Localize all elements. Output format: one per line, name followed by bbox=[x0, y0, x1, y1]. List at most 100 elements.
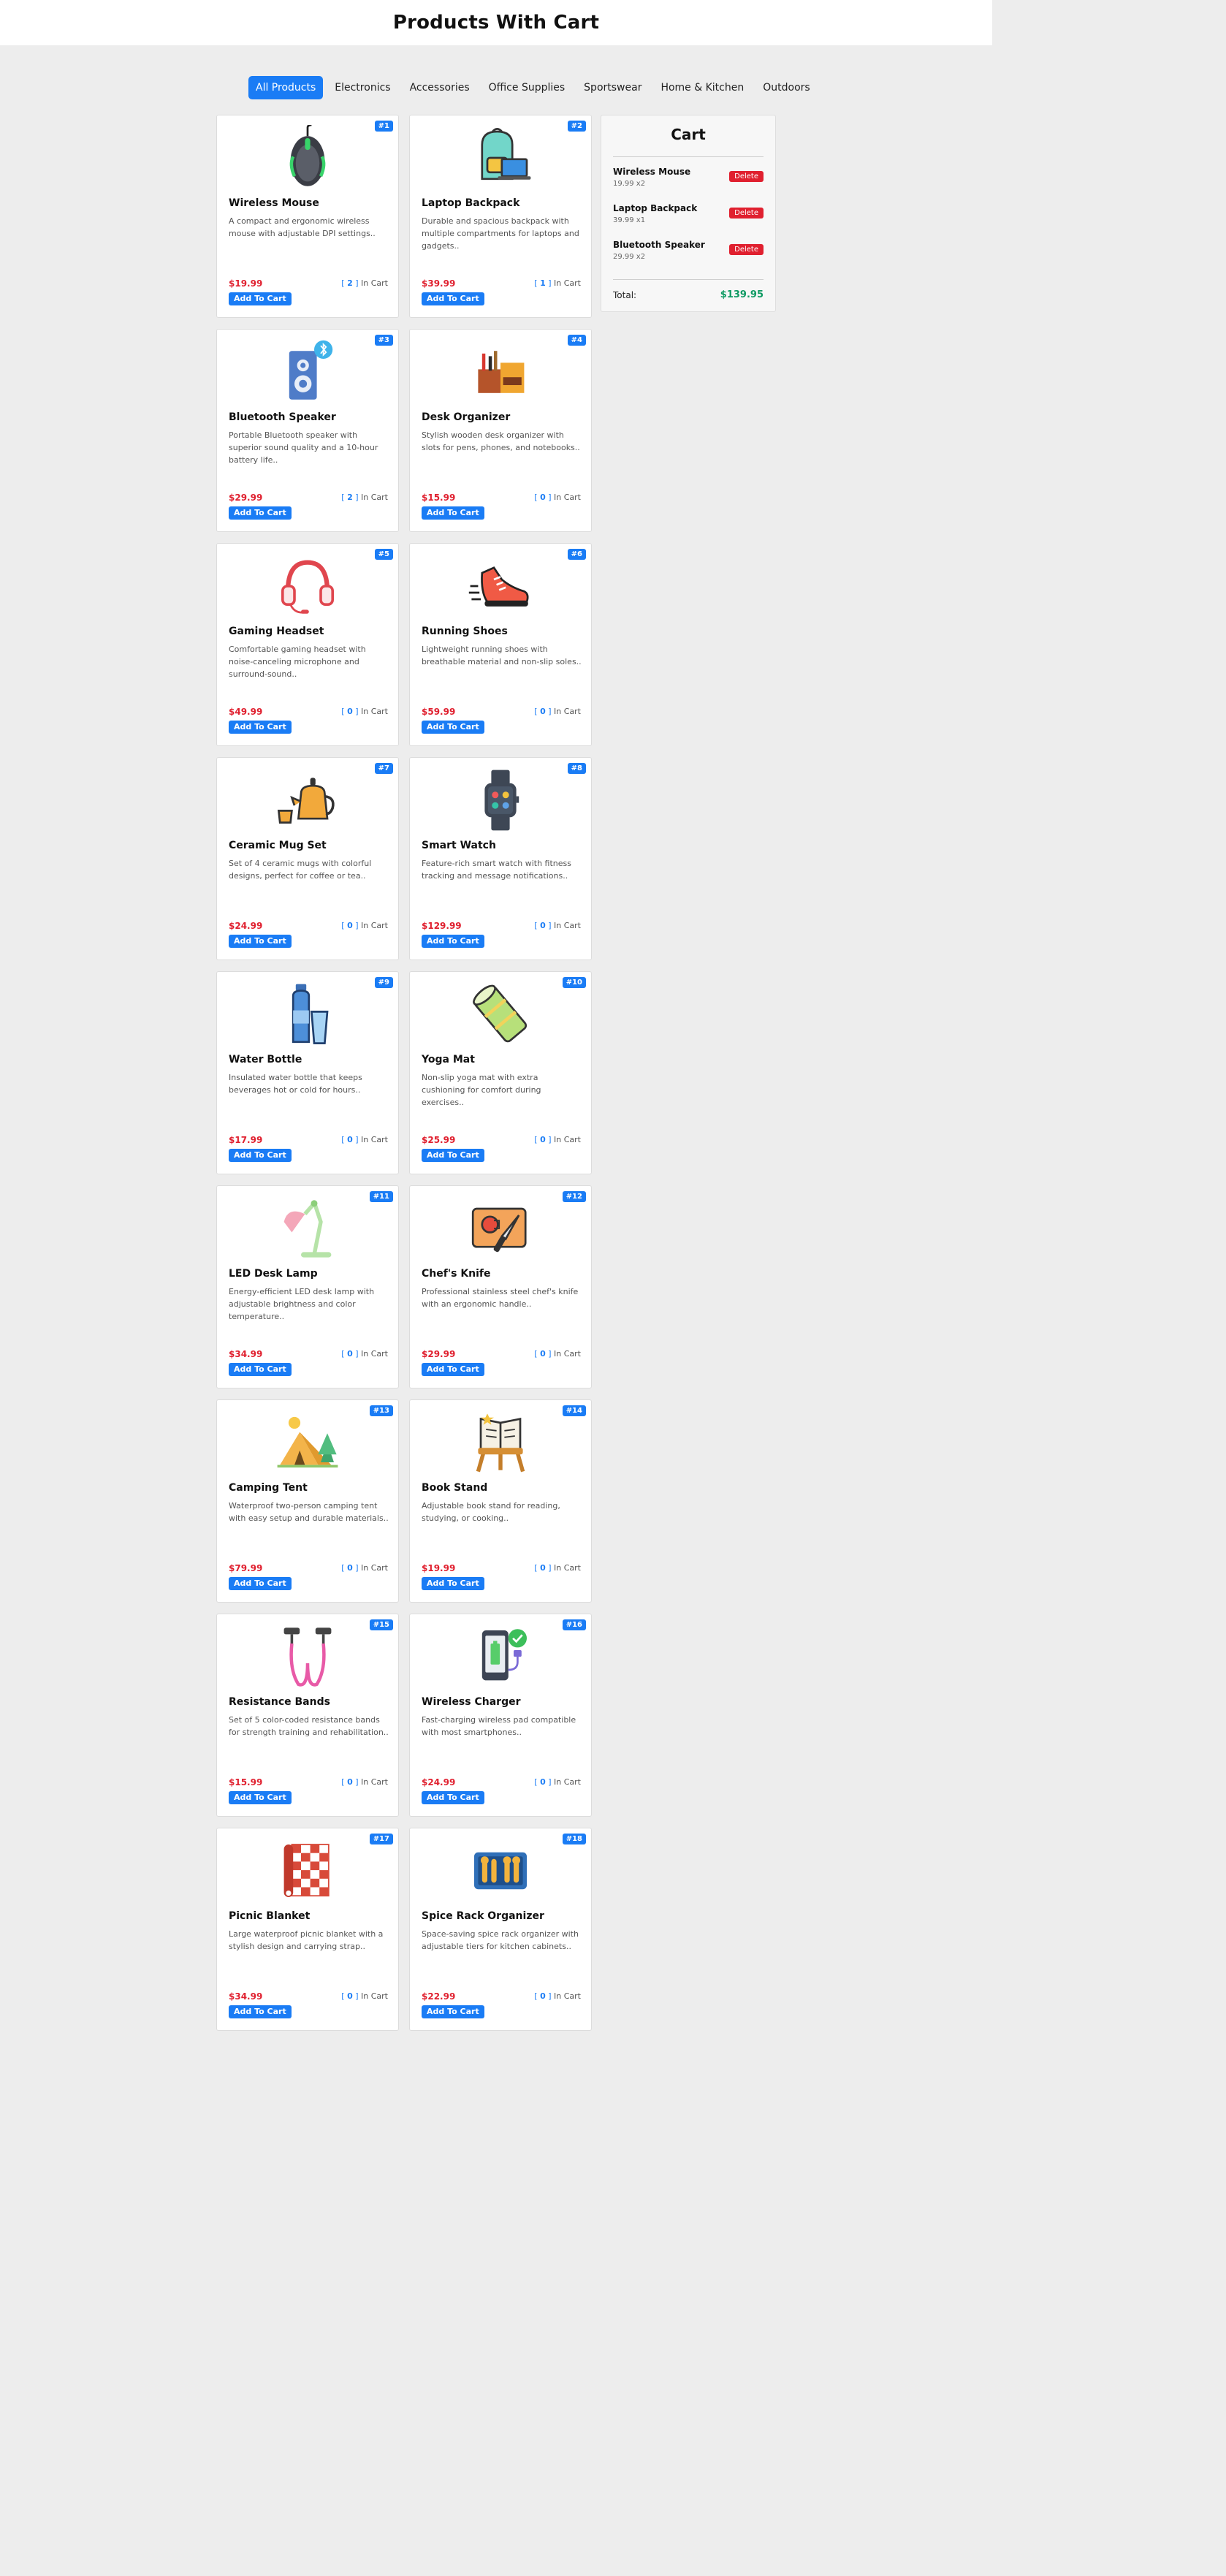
in-cart-label: In Cart bbox=[554, 921, 581, 930]
product-price: $19.99 bbox=[422, 1563, 456, 1573]
spice-rack-icon bbox=[474, 1852, 527, 1890]
add-to-cart-button[interactable]: Add To Cart bbox=[229, 721, 292, 734]
in-cart-count: 0 bbox=[540, 1563, 546, 1573]
product-description: Lightweight running shoes with breathabl… bbox=[422, 645, 582, 666]
in-cart-count: 0 bbox=[347, 707, 353, 716]
cart-total-value: $139.95 bbox=[720, 289, 764, 300]
product-name: Camping Tent bbox=[229, 1482, 308, 1494]
product-card: #9 Water Bottle Insulated water bottle t… bbox=[216, 971, 399, 1174]
add-to-cart-button[interactable]: Add To Cart bbox=[229, 1363, 292, 1376]
product-card: #6 Running Shoes Lightweight running sho… bbox=[409, 543, 592, 746]
in-cart-indicator: [ 0 ] In Cart bbox=[341, 1991, 388, 2001]
product-name: LED Desk Lamp bbox=[229, 1268, 318, 1280]
product-description: Energy-efficient LED desk lamp with adju… bbox=[229, 1287, 375, 1321]
add-to-cart-button[interactable]: Add To Cart bbox=[229, 1577, 292, 1590]
product-price: $17.99 bbox=[229, 1135, 263, 1145]
cart-title: Cart bbox=[671, 126, 706, 143]
add-to-cart-button[interactable]: Add To Cart bbox=[229, 292, 292, 305]
product-card: #12 Chef's Knife Professional stainless … bbox=[409, 1185, 592, 1388]
delete-button[interactable]: Delete bbox=[729, 171, 764, 182]
product-description: Non-slip yoga mat with extra cushioning … bbox=[422, 1073, 541, 1107]
tab-sportswear[interactable]: Sportswear bbox=[576, 76, 649, 99]
speaker-icon bbox=[289, 340, 333, 400]
product-card: #8 Smart Watch Feature-rich smart watch … bbox=[409, 757, 592, 960]
knife-icon bbox=[471, 1207, 527, 1253]
product-name: Wireless Mouse bbox=[229, 197, 319, 209]
in-cart-label: In Cart bbox=[554, 1777, 581, 1787]
tab-electronics[interactable]: Electronics bbox=[327, 76, 397, 99]
product-description: Professional stainless steel chef's knif… bbox=[422, 1287, 579, 1309]
product-price: $19.99 bbox=[229, 278, 263, 289]
add-to-cart-button[interactable]: Add To Cart bbox=[229, 1149, 292, 1162]
product-card: #5 Gaming Headset Comfortable gaming hea… bbox=[216, 543, 399, 746]
add-to-cart-button[interactable]: Add To Cart bbox=[422, 1149, 484, 1162]
product-name: Chef's Knife bbox=[422, 1268, 491, 1280]
product-name: Smart Watch bbox=[422, 840, 496, 851]
product-price: $24.99 bbox=[422, 1777, 456, 1787]
add-to-cart-button[interactable]: Add To Cart bbox=[422, 935, 484, 948]
product-name: Spice Rack Organizer bbox=[422, 1910, 544, 1922]
in-cart-label: In Cart bbox=[361, 1349, 388, 1359]
tab-all-products[interactable]: All Products bbox=[248, 76, 324, 99]
add-to-cart-button[interactable]: Add To Cart bbox=[229, 935, 292, 948]
product-name: Running Shoes bbox=[422, 626, 508, 637]
add-to-cart-button[interactable]: Add To Cart bbox=[422, 721, 484, 734]
product-card: #3 Bluetooth Speaker Portable Bluetooth … bbox=[216, 329, 399, 532]
page-header: Products With Cart bbox=[0, 0, 992, 45]
lamp-icon bbox=[283, 1200, 332, 1258]
product-card: #14 Book Stand Adjustable book stand for… bbox=[409, 1399, 592, 1603]
product-card: #16 Wireless Charger Fast-charging wirel… bbox=[409, 1614, 592, 1817]
tab-office-supplies[interactable]: Office Supplies bbox=[481, 76, 573, 99]
tab-accessories[interactable]: Accessories bbox=[403, 76, 477, 99]
in-cart-indicator: [ 0 ] In Cart bbox=[341, 921, 388, 930]
add-to-cart-button[interactable]: Add To Cart bbox=[422, 292, 484, 305]
tab-outdoors[interactable]: Outdoors bbox=[755, 76, 817, 99]
cart-total-label: Total: bbox=[613, 290, 637, 300]
product-card: #18 Spice Rack Organizer Space-saving sp… bbox=[409, 1828, 592, 2031]
in-cart-label: In Cart bbox=[361, 1991, 388, 2001]
in-cart-indicator: [ 0 ] In Cart bbox=[534, 1563, 581, 1573]
product-card: #4 Desk Organizer Stylish wooden desk or… bbox=[409, 329, 592, 532]
product-price: $22.99 bbox=[422, 1991, 456, 2002]
add-to-cart-button[interactable]: Add To Cart bbox=[422, 1577, 484, 1590]
add-to-cart-button[interactable]: Add To Cart bbox=[422, 2005, 484, 2018]
delete-button[interactable]: Delete bbox=[729, 244, 764, 255]
in-cart-label: In Cart bbox=[554, 278, 581, 288]
product-description: Waterproof two-person camping tent with … bbox=[229, 1501, 389, 1523]
in-cart-label: In Cart bbox=[361, 278, 388, 288]
bottle-icon bbox=[292, 984, 329, 1044]
product-price: $79.99 bbox=[229, 1563, 263, 1573]
in-cart-count: 0 bbox=[540, 1349, 546, 1359]
product-description: Space-saving spice rack organizer with a… bbox=[422, 1929, 579, 1951]
product-price: $59.99 bbox=[422, 707, 456, 717]
product-card: #1 Wireless Mouse A compact and ergonomi… bbox=[216, 115, 399, 318]
product-card: #2 Laptop Backpack Durable and spacious … bbox=[409, 115, 592, 318]
in-cart-label: In Cart bbox=[554, 707, 581, 716]
add-to-cart-button[interactable]: Add To Cart bbox=[422, 1363, 484, 1376]
delete-button[interactable]: Delete bbox=[729, 208, 764, 219]
smartwatch-icon bbox=[484, 770, 519, 831]
in-cart-count: 0 bbox=[347, 1349, 353, 1359]
product-price: $49.99 bbox=[229, 707, 263, 717]
product-description: Feature-rich smart watch with fitness tr… bbox=[422, 859, 571, 881]
in-cart-count: 0 bbox=[540, 1777, 546, 1787]
cart-divider bbox=[613, 279, 764, 280]
tab-home-kitchen[interactable]: Home & Kitchen bbox=[653, 76, 751, 99]
in-cart-label: In Cart bbox=[361, 707, 388, 716]
product-price: $39.99 bbox=[422, 278, 456, 289]
add-to-cart-button[interactable]: Add To Cart bbox=[422, 1791, 484, 1804]
add-to-cart-button[interactable]: Add To Cart bbox=[229, 1791, 292, 1804]
mouse-icon bbox=[289, 125, 326, 186]
in-cart-indicator: [ 0 ] In Cart bbox=[341, 1349, 388, 1359]
in-cart-count: 2 bbox=[347, 278, 353, 288]
in-cart-indicator: [ 0 ] In Cart bbox=[534, 1349, 581, 1359]
in-cart-label: In Cart bbox=[361, 1777, 388, 1787]
in-cart-label: In Cart bbox=[361, 1563, 388, 1573]
add-to-cart-button[interactable]: Add To Cart bbox=[422, 506, 484, 520]
product-description: Fast-charging wireless pad compatible wi… bbox=[422, 1715, 576, 1737]
product-card: #13 Camping Tent Waterproof two-person c… bbox=[216, 1399, 399, 1603]
product-price: $29.99 bbox=[422, 1349, 456, 1359]
add-to-cart-button[interactable]: Add To Cart bbox=[229, 2005, 292, 2018]
add-to-cart-button[interactable]: Add To Cart bbox=[229, 506, 292, 520]
in-cart-indicator: [ 0 ] In Cart bbox=[534, 1135, 581, 1144]
